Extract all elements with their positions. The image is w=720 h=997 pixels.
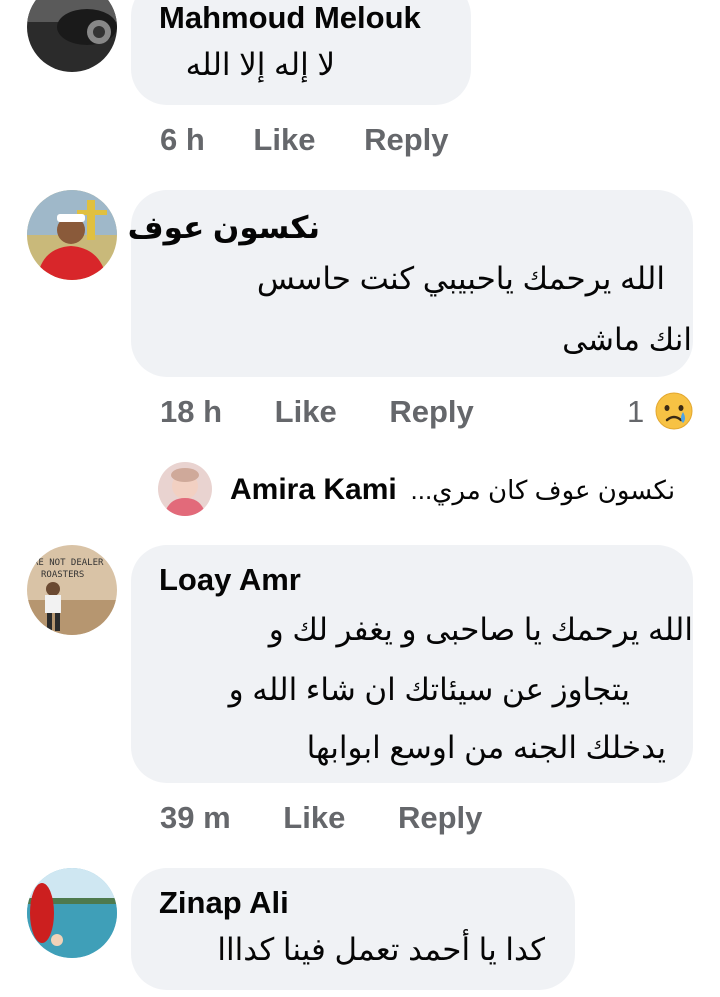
- avatar-image: [27, 190, 117, 280]
- comment-author[interactable]: Zinap Ali: [159, 885, 289, 921]
- comment-author[interactable]: نكسون عوف: [128, 210, 320, 246]
- avatar-mahmoud-melouk[interactable]: [27, 0, 117, 72]
- comment-author[interactable]: Mahmoud Melouk: [159, 0, 421, 36]
- comment-actions: 39 m Like Reply: [160, 800, 482, 836]
- avatar-nixon-ouf[interactable]: [27, 190, 117, 280]
- avatar-image: [27, 0, 117, 72]
- avatar-image: RE NOT DEALER ROASTERS: [27, 545, 117, 635]
- comment-text-line: يدخلك الجنه من اوسع ابوابها: [306, 730, 666, 765]
- reply-button[interactable]: Reply: [389, 394, 473, 429]
- avatar-zinap-ali[interactable]: [27, 868, 117, 958]
- comment-text-line: الله يرحمك ياحبيبي كنت حاسس: [256, 261, 665, 296]
- comment-text-line: انك ماشى: [562, 322, 692, 357]
- reply-author[interactable]: Amira Kami: [230, 473, 397, 506]
- reply-button[interactable]: Reply: [364, 122, 448, 157]
- svg-text:ROASTERS: ROASTERS: [41, 570, 84, 580]
- reply-preview[interactable]: Amira Kami نكسون عوف كان مري...: [230, 473, 675, 507]
- avatar-loay-amr[interactable]: RE NOT DEALER ROASTERS: [27, 545, 117, 635]
- like-button[interactable]: Like: [283, 800, 345, 835]
- comment-actions: 6 h Like Reply: [160, 122, 449, 158]
- avatar-image: [27, 868, 117, 958]
- comment-text: لا إله إلا الله: [185, 47, 335, 82]
- comment-text-line: يتجاوز عن سيئاتك ان شاء الله و: [228, 672, 630, 707]
- comment-author[interactable]: Loay Amr: [159, 562, 301, 598]
- like-button[interactable]: Like: [275, 394, 337, 429]
- comment-actions: 18 h Like Reply: [160, 394, 474, 430]
- reaction-count[interactable]: 1: [627, 394, 644, 430]
- comment-text-line: الله يرحمك يا صاحبى و يغفر لك و: [268, 612, 693, 647]
- reply-button[interactable]: Reply: [398, 800, 482, 835]
- comment-text: كدا يا أحمد تعمل فينا كدااا: [217, 932, 545, 967]
- svg-text:RE NOT DEALER: RE NOT DEALER: [33, 558, 104, 568]
- comment-timestamp[interactable]: 39 m: [160, 800, 231, 835]
- crying-face-icon[interactable]: [654, 391, 694, 431]
- like-button[interactable]: Like: [253, 122, 315, 157]
- reply-snippet: نكسون عوف كان مري...: [410, 475, 676, 505]
- comment-timestamp[interactable]: 6 h: [160, 122, 205, 157]
- comment-timestamp[interactable]: 18 h: [160, 394, 222, 429]
- avatar-image: [158, 462, 212, 516]
- avatar-amira-kami[interactable]: [158, 462, 212, 516]
